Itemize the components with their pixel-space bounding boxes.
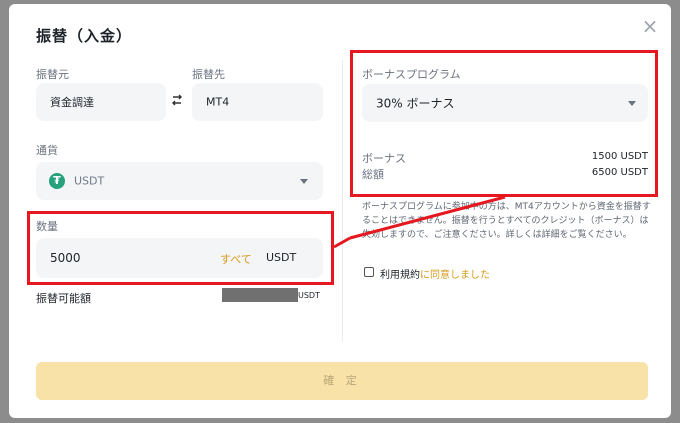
highlight-connector-line [333, 195, 506, 249]
